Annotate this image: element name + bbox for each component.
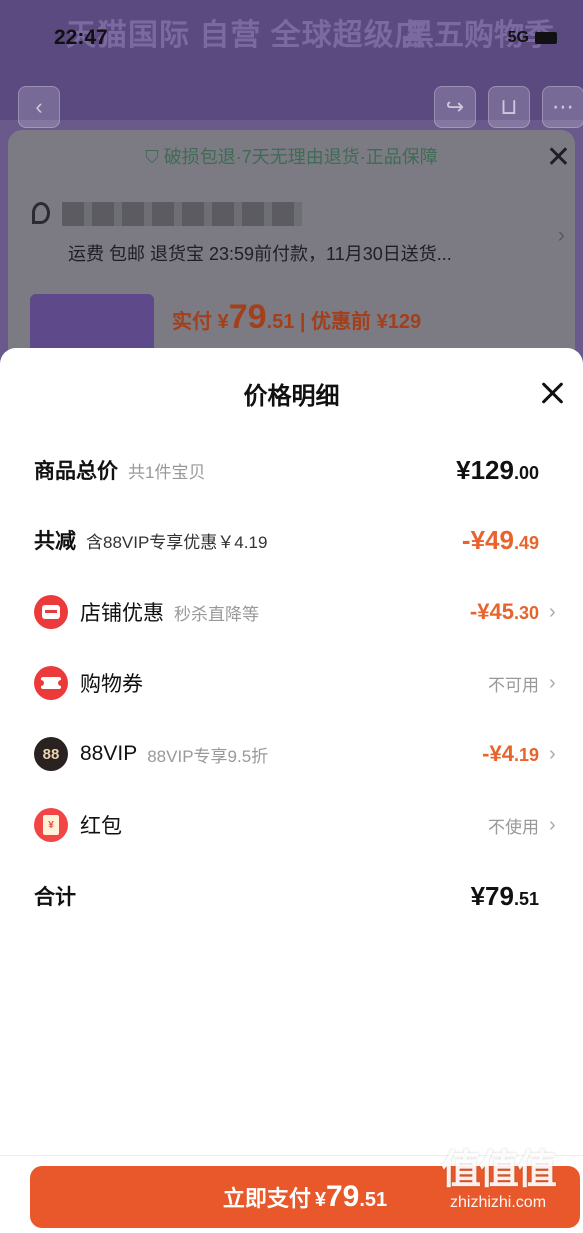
shipping-info: 运费 包邮 退货宝 23:59前付款，11月30日送货...	[68, 244, 452, 264]
cart-icon[interactable]: ⊔	[488, 86, 530, 128]
chevron-right-icon: ›	[549, 742, 556, 765]
row-value: ¥129.00	[456, 455, 539, 486]
chevron-right-icon[interactable]: ›	[558, 222, 565, 248]
row-label: 共减	[34, 530, 76, 553]
value-dec: .51	[513, 888, 539, 909]
pay-dec: .51	[266, 311, 295, 333]
value-dec: .49	[513, 532, 539, 553]
amount-int: 79	[325, 1180, 360, 1213]
goods-total-row: 商品总价 共1件宝贝 ¥129.00	[0, 440, 583, 500]
row-label: 红包	[80, 815, 122, 838]
row-status: 不使用	[488, 817, 539, 837]
row-label: 购物券	[80, 673, 143, 696]
site-watermark: 值值值 zhizhizhi.com	[423, 1150, 573, 1212]
amount-dec: .51	[359, 1189, 388, 1211]
before-discount: | 优惠前 ¥129	[299, 311, 422, 333]
guarantee-text: 破损包退·7天无理由退货·正品保障	[163, 147, 438, 167]
chevron-right-icon: ›	[549, 671, 556, 694]
row-label: 88VIP	[80, 742, 138, 765]
shop-icon	[34, 595, 68, 629]
status-indicators: 5G	[508, 29, 557, 47]
back-icon[interactable]: ‹	[18, 86, 60, 128]
pay-label: 实付 ¥	[172, 311, 229, 333]
red-packet-icon: ¥	[34, 808, 68, 842]
row-label: 合计	[34, 886, 76, 909]
value-int: -¥49	[461, 524, 514, 555]
shield-check-icon: ⛉	[145, 147, 159, 167]
red-packet-row[interactable]: ¥ 红包 不使用 ›	[0, 795, 583, 855]
row-value: -¥45.30	[470, 599, 539, 625]
value-int: ¥129	[456, 454, 514, 485]
watermark-url: zhizhizhi.com	[449, 1194, 547, 1211]
location-icon	[32, 202, 50, 224]
row-sub: 88VIP专享9.5折	[147, 746, 269, 766]
value-int: -¥45	[469, 599, 514, 624]
value-dec: .00	[513, 462, 539, 483]
sum-row: 合计 ¥79.51	[0, 866, 583, 926]
pay-int: 79	[228, 298, 267, 336]
vip-88-icon: 88	[34, 737, 68, 771]
shopping-coupon-row[interactable]: 购物券 不可用 ›	[0, 653, 583, 713]
watermark-logo: 值值值	[441, 1148, 557, 1192]
status-time: 22:47	[54, 26, 108, 49]
guarantee-banner: ⛉ 破损包退·7天无理由退货·正品保障	[0, 143, 583, 169]
row-value: -¥49.49	[462, 525, 539, 556]
more-icon[interactable]: ⋯	[542, 86, 583, 128]
row-sub: 含88VIP专享优惠￥4.19	[86, 532, 268, 552]
row-status: 不可用	[488, 675, 539, 695]
close-icon[interactable]	[537, 378, 567, 408]
pay-button-label: 立即支付	[222, 1186, 311, 1211]
row-label: 店铺优惠	[80, 602, 164, 625]
order-close-icon[interactable]: ✕	[546, 140, 571, 175]
row-sub: 共1件宝贝	[128, 462, 206, 482]
coupon-icon	[34, 666, 68, 700]
shop-discount-row[interactable]: 店铺优惠 秒杀直降等 -¥45.30 ›	[0, 582, 583, 642]
price-detail-sheet: 价格明细 商品总价 共1件宝贝 ¥129.00 共减 含88VIP专享优惠￥4.…	[0, 348, 583, 1233]
sheet-title: 价格明细	[243, 383, 340, 410]
value-dec: .19	[513, 745, 539, 765]
amount-prefix: ¥	[314, 1189, 326, 1211]
address-blurred	[62, 202, 302, 226]
vip-discount-row[interactable]: 88 88VIP 88VIP专享9.5折 -¥4.19 ›	[0, 724, 583, 784]
chevron-right-icon: ›	[549, 813, 556, 836]
pay-button-amount: ¥79.51	[315, 1180, 387, 1214]
row-label: 商品总价	[34, 460, 118, 483]
network-label: 5G	[507, 29, 529, 46]
battery-icon	[535, 32, 557, 44]
row-value: -¥4.19	[482, 741, 539, 767]
value-int: ¥79	[470, 880, 514, 911]
chevron-right-icon: ›	[549, 600, 556, 623]
value-int: -¥4	[482, 741, 514, 766]
row-sub: 秒杀直降等	[174, 604, 259, 624]
total-reduction-row: 共减 含88VIP专享优惠￥4.19 -¥49.49	[0, 510, 583, 570]
share-icon[interactable]: ↪	[434, 86, 476, 128]
red-packet-glyph: ¥	[43, 815, 59, 835]
banner-left-text: 天猫国际 自营 全球超级店	[66, 19, 426, 52]
row-value: ¥79.51	[471, 881, 539, 912]
value-dec: .30	[513, 603, 539, 623]
product-pay-price: 实付 ¥79.51 | 优惠前 ¥129	[172, 298, 421, 337]
